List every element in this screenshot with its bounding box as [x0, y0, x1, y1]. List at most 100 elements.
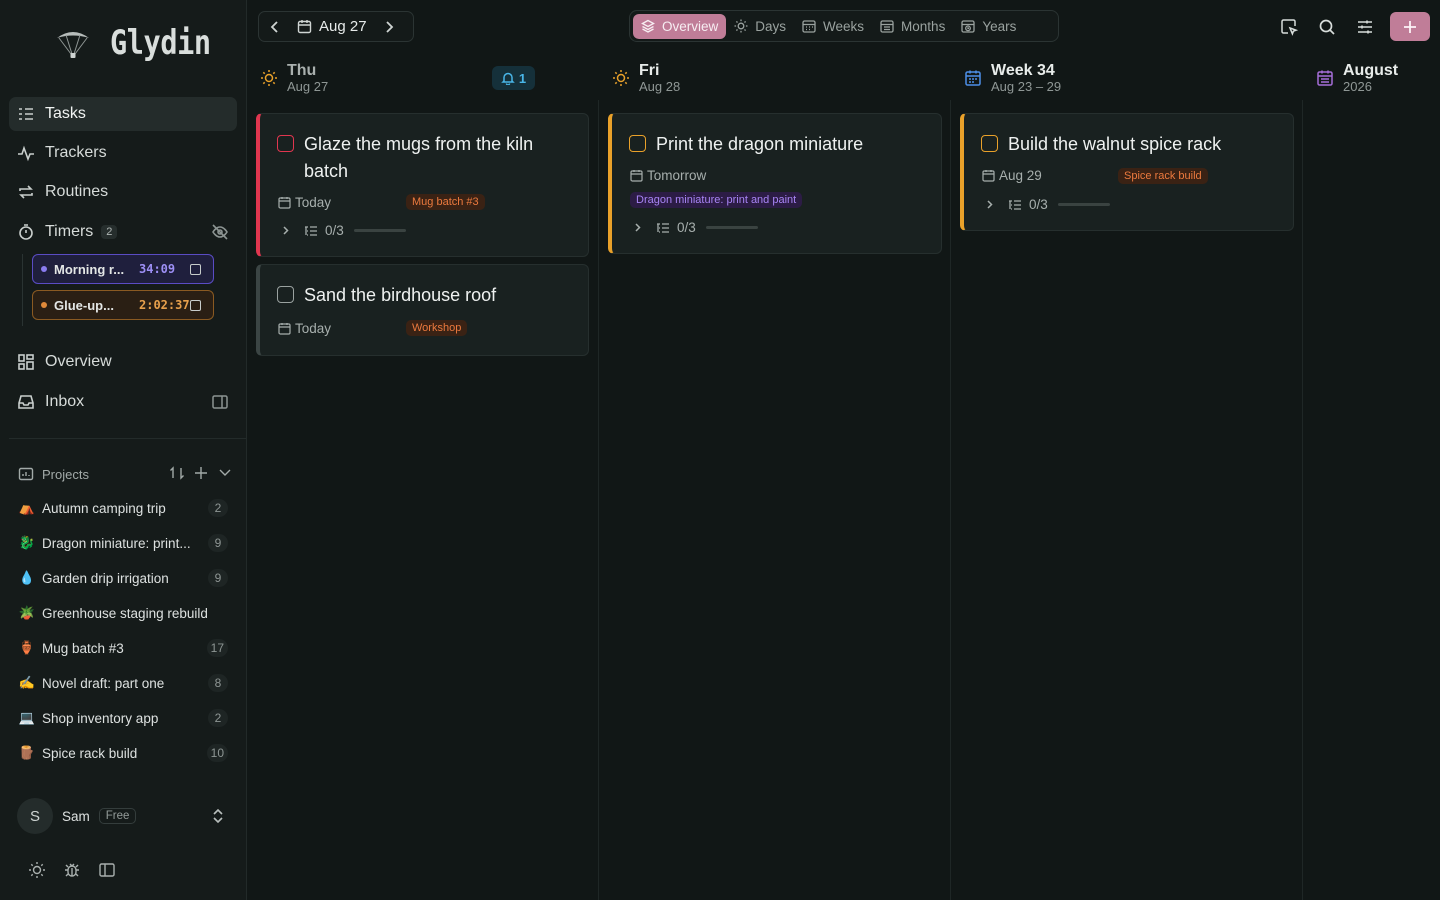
eye-off-icon[interactable]: [211, 223, 229, 241]
projects-header[interactable]: Projects: [18, 462, 233, 486]
project-tag[interactable]: Workshop: [406, 320, 468, 336]
search-button[interactable]: [1314, 13, 1340, 41]
user-menu[interactable]: S Sam Free: [17, 798, 232, 834]
task-checkbox[interactable]: [981, 135, 998, 152]
panel-toggle-icon[interactable]: [211, 393, 229, 411]
subtasks-icon: [305, 225, 317, 236]
nav-routines[interactable]: Routines: [9, 175, 237, 209]
project-name: Greenhouse staging rebuild: [42, 605, 208, 621]
tab-label: Weeks: [823, 18, 865, 34]
plant-icon: 🪴: [18, 605, 36, 620]
tab-overview[interactable]: Overview: [633, 13, 727, 39]
project-item-autumn-camping-trip[interactable]: ⛺ Autumn camping trip 2: [12, 493, 234, 523]
chevron-right-icon: [283, 226, 289, 235]
nav-trackers[interactable]: Trackers: [9, 136, 237, 170]
task-checkbox[interactable]: [277, 135, 294, 152]
timer-chip-glue-up[interactable]: Glue-up... 2:02:37: [32, 290, 214, 320]
cursor-select-icon: [1281, 18, 1298, 36]
plus-icon[interactable]: [193, 465, 209, 481]
nav-overview[interactable]: Overview: [9, 345, 237, 379]
project-item-greenhouse-staging-rebuild[interactable]: 🪴 Greenhouse staging rebuild: [12, 598, 234, 628]
nav-timers[interactable]: Timers 2: [9, 215, 237, 249]
calendar-icon: [278, 197, 291, 209]
task-card-dragon-miniature[interactable]: Print the dragon miniature Tomorrow Drag…: [608, 113, 942, 254]
reminders-badge[interactable]: 1: [492, 66, 535, 90]
project-tag[interactable]: Mug batch #3: [406, 194, 485, 210]
vase-icon: 🏺: [18, 640, 36, 655]
project-name: Dragon miniature: print...: [42, 535, 191, 551]
brand[interactable]: Glydin: [54, 18, 230, 68]
project-item-shop-inventory-app[interactable]: 💻 Shop inventory app 2: [12, 703, 234, 733]
stop-icon[interactable]: [190, 264, 201, 275]
column-header-week: Week 34 Aug 23 – 29: [964, 62, 1061, 94]
column-subtitle: Aug 27: [287, 79, 329, 94]
dashboard-icon: [18, 354, 34, 370]
date-picker-button[interactable]: Aug 27: [291, 18, 373, 35]
project-item-novel-draft[interactable]: ✍️ Novel draft: part one 8: [12, 668, 234, 698]
activity-icon: [18, 145, 34, 162]
search-icon: [1319, 19, 1335, 35]
prev-date-button[interactable]: [259, 11, 291, 42]
project-tag[interactable]: Dragon miniature: print and paint: [630, 192, 803, 208]
chevron-down-icon[interactable]: [217, 465, 233, 481]
task-card-walnut-spice-rack[interactable]: Build the walnut spice rack Aug 29 Spice…: [960, 113, 1294, 231]
avatar: S: [17, 798, 53, 834]
project-name: Novel draft: part one: [42, 675, 165, 691]
droplet-icon: 💧: [18, 570, 36, 585]
project-count: 8: [208, 674, 228, 692]
sidebar-toggle-icon[interactable]: [98, 861, 116, 879]
task-checkbox[interactable]: [277, 286, 294, 303]
nav-timers-label: Timers: [45, 223, 94, 240]
task-card-sand-birdhouse[interactable]: Sand the birdhouse roof Today Workshop: [256, 264, 589, 356]
subtask-summary[interactable]: 0/3: [632, 220, 758, 235]
stop-icon[interactable]: [190, 300, 201, 311]
timer-chip-morning[interactable]: Morning r... 34:09: [32, 254, 214, 284]
tent-icon: ⛺: [18, 500, 36, 515]
task-date: Aug 29: [982, 168, 1042, 183]
sidebar: Glydin Tasks Trackers Routines Timers 2 …: [0, 0, 247, 900]
project-item-garden-drip-irrigation[interactable]: 💧 Garden drip irrigation 9: [12, 563, 234, 593]
column-title: August: [1343, 62, 1399, 79]
select-mode-button[interactable]: [1276, 13, 1302, 41]
bug-icon[interactable]: [63, 861, 81, 879]
project-item-spice-rack-build[interactable]: 🪵 Spice rack build 10: [12, 738, 234, 768]
project-tag[interactable]: Spice rack build: [1118, 168, 1208, 184]
subtask-summary[interactable]: 0/3: [280, 223, 406, 238]
nav-trackers-label: Trackers: [45, 144, 107, 161]
view-tabs: Overview Days Weeks Months Years: [629, 10, 1059, 42]
timer-time: 34:09: [139, 262, 176, 276]
timer-name: Glue-up...: [54, 297, 114, 313]
top-actions: [1276, 12, 1430, 41]
reminders-count: 1: [518, 70, 527, 86]
dragon-icon: 🐉: [18, 535, 36, 550]
calendar-clock-icon: [961, 20, 975, 33]
nav-inbox-label: Inbox: [45, 393, 85, 410]
tab-label: Days: [755, 18, 787, 34]
add-task-button[interactable]: [1390, 12, 1430, 41]
tab-months[interactable]: Months: [872, 14, 953, 39]
task-card-glaze-mugs[interactable]: Glaze the mugs from the kiln batch Today…: [256, 113, 589, 257]
timer-time: 2:02:37: [139, 298, 190, 312]
sun-icon[interactable]: [28, 861, 46, 879]
column-divider: [1302, 100, 1303, 900]
nav-inbox[interactable]: Inbox: [9, 385, 237, 419]
tab-years[interactable]: Years: [953, 14, 1024, 39]
tab-weeks[interactable]: Weeks: [794, 14, 872, 39]
calendar-week-icon: [802, 20, 816, 33]
chevrons-up-down-icon[interactable]: [210, 807, 226, 825]
project-item-mug-batch-3[interactable]: 🏺 Mug batch #3 17: [12, 633, 234, 663]
project-item-dragon-miniature[interactable]: 🐉 Dragon miniature: print... 9: [12, 528, 234, 558]
nav-routines-label: Routines: [45, 183, 109, 200]
next-date-button[interactable]: [373, 11, 405, 42]
task-checkbox[interactable]: [629, 135, 646, 152]
timer-dot: [41, 266, 47, 272]
filter-settings-button[interactable]: [1352, 13, 1378, 41]
nav-tasks[interactable]: Tasks: [9, 97, 237, 131]
subtask-progress-label: 0/3: [325, 223, 344, 238]
tab-label: Months: [901, 18, 946, 34]
sort-icon[interactable]: [169, 465, 185, 481]
tab-days[interactable]: Days: [726, 14, 794, 39]
repeat-icon: [19, 185, 33, 199]
subtask-summary[interactable]: 0/3: [984, 197, 1110, 212]
calendar-icon: [1317, 70, 1333, 86]
